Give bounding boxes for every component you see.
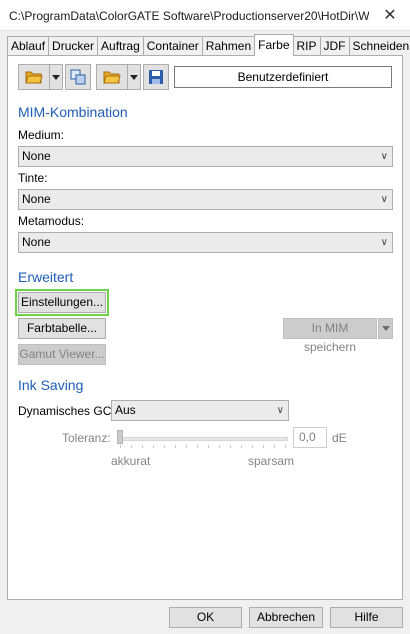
dropdown-arrow-icon [130, 75, 138, 80]
settings-button[interactable]: Einstellungen... [15, 289, 109, 316]
dropdown-arrow-icon [52, 75, 60, 80]
color-table-button[interactable]: Farbtabelle... [18, 318, 106, 339]
slider-tick [252, 445, 253, 448]
chevron-down-icon: ∨ [380, 237, 388, 248]
tab-schneiden[interactable]: Schneiden [348, 36, 410, 56]
save-in-mim-dropdown[interactable] [378, 318, 393, 339]
gamut-viewer-button[interactable]: Gamut Viewer... [18, 344, 106, 365]
title-bar: C:\ProgramData\ColorGATE Software\Produc… [0, 0, 410, 31]
tab-jdf[interactable]: JDF [319, 36, 350, 56]
slider-tick [142, 445, 143, 448]
slider-tick [164, 445, 165, 448]
ok-button[interactable]: OK [169, 607, 242, 628]
ink-select[interactable]: None ∨ [18, 189, 393, 210]
slider-tick [120, 445, 121, 448]
cancel-button[interactable]: Abbrechen [249, 607, 323, 628]
open-folder-icon [25, 71, 43, 84]
slider-tick [131, 445, 132, 448]
slider-min-label: akkurat [111, 454, 151, 468]
save-in-mim-button[interactable]: In MIM speichern [283, 318, 377, 354]
tab-strip: Ablauf Drucker Auftrag Container Rahmen … [7, 34, 410, 56]
tab-auftrag[interactable]: Auftrag [97, 36, 144, 56]
slider-tick [285, 445, 286, 448]
save-button[interactable] [143, 64, 169, 90]
chevron-down-icon: ∨ [276, 405, 284, 416]
medium-label: Medium: [18, 128, 65, 142]
slider-tick [153, 445, 154, 448]
medium-select[interactable]: None ∨ [18, 146, 393, 167]
open-button[interactable] [18, 64, 50, 90]
tolerance-input[interactable]: 0,0 [293, 427, 327, 448]
slider-max-label: sparsam [248, 454, 295, 468]
mim-heading: MIM-Kombination [18, 104, 128, 120]
meta-mode-value: None [22, 235, 51, 249]
open-dropdown-button[interactable] [49, 64, 63, 90]
gcr-value: Aus [115, 403, 136, 417]
tolerance-unit: dE [332, 431, 347, 445]
dropdown-arrow-icon [382, 326, 390, 331]
slider-tick [197, 445, 198, 448]
gcr-select[interactable]: Aus ∨ [111, 400, 289, 421]
slider-tick [186, 445, 187, 448]
help-button[interactable]: Hilfe [330, 607, 403, 628]
tab-container[interactable]: Container [142, 36, 203, 56]
slider-tick [274, 445, 275, 448]
tab-ablauf[interactable]: Ablauf [7, 36, 50, 56]
tab-drucker[interactable]: Drucker [48, 36, 99, 56]
preset-name-field[interactable]: Benutzerdefiniert [174, 66, 392, 88]
farbe-panel: Benutzerdefiniert MIM-Kombination Medium… [7, 55, 403, 600]
save-icon [149, 70, 163, 84]
slider-tick [175, 445, 176, 448]
load-button[interactable] [96, 64, 128, 90]
gcr-label: Dynamisches GCR: [18, 404, 124, 418]
meta-mode-select[interactable]: None ∨ [18, 232, 393, 253]
slider-tick [208, 445, 209, 448]
tolerance-slider-track[interactable] [121, 437, 288, 441]
window-title: C:\ProgramData\ColorGATE Software\Produc… [9, 9, 369, 23]
chevron-down-icon: ∨ [380, 151, 388, 162]
tolerance-slider-thumb[interactable] [117, 430, 123, 444]
tolerance-label: Toleranz: [62, 431, 111, 445]
tab-rip[interactable]: RIP [292, 36, 321, 56]
slider-tick [219, 445, 220, 448]
tab-rahmen[interactable]: Rahmen [201, 36, 256, 56]
copy-icon [70, 69, 86, 85]
ink-value: None [22, 192, 51, 206]
chevron-down-icon: ∨ [380, 194, 388, 205]
advanced-heading: Erweitert [18, 269, 74, 285]
ink-saving-heading: Ink Saving [18, 377, 84, 393]
slider-tick [241, 445, 242, 448]
tab-farbe[interactable]: Farbe [254, 34, 294, 56]
close-icon[interactable]: ✕ [380, 6, 400, 26]
meta-mode-label: Metamodus: [18, 214, 85, 228]
medium-value: None [22, 149, 51, 163]
slider-tick [230, 445, 231, 448]
open-folder-icon [103, 71, 121, 84]
copy-button[interactable] [65, 64, 91, 90]
slider-tick [263, 445, 264, 448]
load-dropdown-button[interactable] [127, 64, 141, 90]
ink-label: Tinte: [18, 171, 48, 185]
